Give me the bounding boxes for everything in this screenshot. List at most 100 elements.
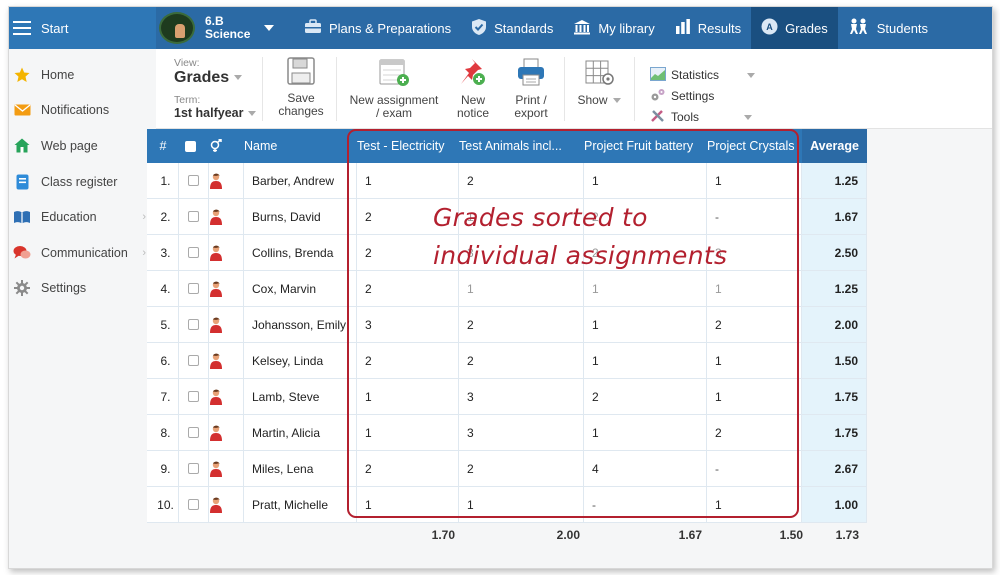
row-checkbox[interactable]: [179, 343, 209, 379]
svg-text:A: A: [766, 22, 773, 32]
row-checkbox[interactable]: [179, 451, 209, 487]
statistics-menu[interactable]: Statistics: [650, 65, 770, 85]
house-icon: [13, 138, 31, 154]
tools-icon: [650, 109, 666, 126]
grade-average: 2.50: [802, 235, 867, 271]
annotation-callout: Grades sorted to individual assignments: [433, 199, 727, 275]
app-window: Start 6.B Science Plans & Preparations S…: [8, 6, 993, 569]
chat-icon: [13, 245, 31, 261]
col-header-number: #: [159, 139, 167, 153]
row-checkbox[interactable]: [179, 307, 209, 343]
row-select-checkbox[interactable]: [188, 319, 199, 330]
new-notice-button[interactable]: New notice: [448, 57, 498, 120]
row-checkbox[interactable]: [179, 271, 209, 307]
caret-down-icon[interactable]: [264, 25, 275, 31]
new-notice-label-2: notice: [456, 106, 490, 120]
student-avatar-icon: [209, 451, 244, 487]
row-select-checkbox[interactable]: [188, 283, 199, 294]
sidebar-item-home[interactable]: Home: [9, 57, 146, 93]
grade-average: 1.75: [802, 415, 867, 451]
tools-menu[interactable]: Tools: [650, 107, 770, 127]
sidebar-item-settings[interactable]: Settings: [9, 271, 146, 307]
row-checkbox[interactable]: [179, 235, 209, 271]
sidebar-item-communication[interactable]: Communication ›: [9, 235, 146, 271]
chevron-right-icon[interactable]: ›: [142, 247, 146, 259]
class-avatar: [159, 12, 195, 44]
footer-avg-test-animals: 2.00: [556, 528, 580, 542]
student-avatar-icon: [209, 343, 244, 379]
tab-grades[interactable]: A Grades: [751, 7, 838, 49]
row-checkbox[interactable]: [179, 163, 209, 199]
row-select-checkbox[interactable]: [188, 499, 199, 510]
gender-icon: [209, 129, 231, 163]
row-number: 7.: [147, 379, 179, 415]
footer-avg-crystals: 1.50: [779, 528, 803, 542]
start-menu-button[interactable]: Start: [9, 7, 156, 49]
show-row: Show: [570, 94, 628, 107]
print-export-button[interactable]: Print / export: [504, 57, 558, 120]
row-select-checkbox[interactable]: [188, 175, 199, 186]
caret-down-icon: [744, 114, 753, 120]
row-select-checkbox[interactable]: [188, 211, 199, 222]
view-label: View:: [174, 57, 200, 69]
print-label-2: export: [514, 106, 548, 120]
footer-avg-test-electricity: 1.70: [431, 528, 455, 542]
class-selector[interactable]: 6.B Science: [159, 11, 275, 45]
row-select-checkbox[interactable]: [188, 391, 199, 402]
sidebar-item-web-page[interactable]: Web page: [9, 128, 146, 164]
show-label: Show: [577, 93, 608, 107]
row-checkbox[interactable]: [179, 379, 209, 415]
row-checkbox[interactable]: [179, 199, 209, 235]
class-subject: Science: [205, 27, 251, 41]
view-value-row[interactable]: Grades: [174, 69, 243, 87]
sidebar-item-class-register[interactable]: Class register: [9, 164, 146, 200]
show-dropdown-button[interactable]: Show: [570, 57, 628, 107]
footer-avg-overall: 1.73: [835, 528, 859, 542]
row-checkbox[interactable]: [179, 487, 209, 523]
sidebar-item-label: Settings: [41, 281, 87, 296]
save-changes-button[interactable]: Save changes: [270, 57, 332, 118]
student-name: Martin, Alicia: [244, 415, 357, 451]
hamburger-icon: [13, 21, 31, 35]
term-selector[interactable]: 1st halfyear: [174, 106, 257, 120]
sidebar-item-label: Notifications: [41, 103, 110, 118]
tab-plans-preparations[interactable]: Plans & Preparations: [294, 7, 461, 49]
tab-my-library[interactable]: My library: [563, 7, 664, 49]
envelope-icon: [13, 102, 31, 118]
grade-average: 1.25: [802, 163, 867, 199]
row-select-checkbox[interactable]: [188, 463, 199, 474]
row-select-checkbox[interactable]: [188, 427, 199, 438]
caret-down-icon: [234, 75, 243, 81]
col-header-name[interactable]: Name: [244, 129, 344, 163]
new-assignment-button[interactable]: New assignment / exam: [344, 57, 444, 120]
student-name: Lamb, Steve: [244, 379, 357, 415]
row-number: 4.: [147, 271, 179, 307]
tab-students[interactable]: Students: [838, 7, 938, 49]
sidebar-item-notifications[interactable]: Notifications: [9, 93, 146, 129]
statistics-label: Statistics: [671, 68, 720, 82]
row-select-checkbox[interactable]: [188, 247, 199, 258]
grade-average: 1.25: [802, 271, 867, 307]
printer-icon: [504, 57, 558, 90]
gear-icon: [13, 280, 31, 297]
grade-average: 1.50: [802, 343, 867, 379]
chevron-right-icon[interactable]: ›: [142, 211, 146, 223]
row-number: 5.: [147, 307, 179, 343]
row-checkbox[interactable]: [179, 415, 209, 451]
settings-menu[interactable]: Settings: [650, 86, 770, 106]
grade-average: 1.00: [802, 487, 867, 523]
caret-down-icon: [612, 98, 621, 104]
row-number: 3.: [147, 235, 179, 271]
select-all-checkbox[interactable]: [185, 129, 205, 163]
tab-results[interactable]: Results: [665, 7, 751, 49]
settings-gears-icon: [650, 88, 666, 105]
sidebar: Home Notifications Web page Class regist…: [9, 49, 146, 568]
student-name: Johansson, Emily: [244, 307, 357, 343]
row-select-checkbox[interactable]: [188, 355, 199, 366]
view-selector[interactable]: View: Grades Term: 1st halfyear: [168, 49, 258, 129]
tab-standards[interactable]: Standards: [461, 7, 563, 49]
col-header-average[interactable]: Average: [802, 129, 867, 163]
sidebar-item-label: Class register: [41, 174, 118, 189]
sidebar-item-education[interactable]: Education ›: [9, 199, 146, 235]
tab-label: Plans & Preparations: [329, 20, 452, 36]
